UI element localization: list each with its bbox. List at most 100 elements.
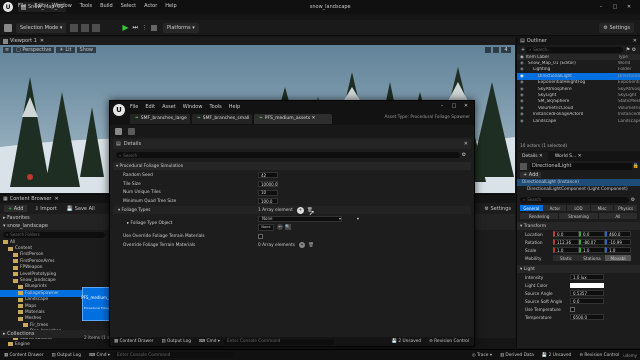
menu-build[interactable]: Build <box>100 3 113 9</box>
filter-rendering[interactable]: Rendering <box>520 213 559 219</box>
save-icon[interactable] <box>4 23 12 32</box>
mobility-static[interactable]: Static <box>553 255 579 261</box>
filter-actor[interactable]: Actor <box>543 205 567 211</box>
tab-world-settings[interactable]: World S... ✕ <box>549 152 587 161</box>
location-label[interactable]: Location <box>525 232 553 237</box>
light-color-label[interactable]: Light Color <box>525 283 570 288</box>
ae-output-log-button[interactable]: ▤ Output Log <box>162 339 191 344</box>
array-element-options-icon[interactable]: ▾ <box>357 217 359 222</box>
unsaved-button[interactable]: 💾 2 Unsaved <box>542 353 571 358</box>
settings-button[interactable]: ⚙ Settings <box>599 22 634 33</box>
tile-size-label[interactable]: Tile Size <box>113 182 258 187</box>
cmd-button[interactable]: ⌨ Cmd ▾ <box>89 353 110 358</box>
menu-select[interactable]: Select <box>121 3 136 9</box>
viewport-menu-icon[interactable]: ≡ <box>3 47 11 53</box>
source-angle-value[interactable]: 0.5357 <box>570 290 604 296</box>
menu-tools[interactable]: Tools <box>80 3 92 9</box>
intensity-value[interactable]: 1.0 lux <box>570 274 604 280</box>
filter-misc[interactable]: Misc <box>590 205 614 211</box>
add-element-icon[interactable]: + <box>296 206 304 214</box>
num-unique-tiles-label[interactable]: Num Unique Tiles <box>113 190 258 195</box>
light-color-swatch[interactable] <box>570 282 604 288</box>
blueprint-icon[interactable] <box>81 23 90 32</box>
foliage-types-label[interactable]: ▾ Foliage Types <box>113 208 258 213</box>
tab-pfs-medium-assets[interactable]: ❧ PFS_medium_assets ✕ <box>254 113 332 124</box>
use-temperature-checkbox[interactable] <box>570 306 575 312</box>
outliner-search-input[interactable]: ⌕ Search... <box>526 46 623 53</box>
mobility-stationary[interactable]: Stationa <box>579 255 605 261</box>
pfs-section-header[interactable]: ▾ Procedural Foliage Simulation <box>113 162 471 170</box>
num-unique-tiles-value[interactable]: 10 <box>258 189 278 196</box>
save-icon[interactable] <box>115 127 122 135</box>
folder-tree-item[interactable]: Engine <box>0 341 108 347</box>
content-browser-close-icon[interactable]: ✕ <box>54 196 58 202</box>
viewport-tab-label[interactable]: Viewport 1 <box>10 38 37 44</box>
platforms-button[interactable]: Platforms ▾ <box>162 22 199 33</box>
ae-minimize-icon[interactable]: – <box>436 103 448 109</box>
tab-smf-branches-small[interactable]: ❧ SMF_branches_small <box>192 113 252 124</box>
temperature-value[interactable]: 6500.0 <box>570 314 604 320</box>
ae-unsaved-button[interactable]: 💾 2 Unsaved <box>392 339 421 344</box>
filter-general[interactable]: General <box>520 205 543 211</box>
outliner-row[interactable]: ◉ InstancedFoliageActor0 InstancedF <box>517 112 640 118</box>
menu-file[interactable]: File <box>18 3 26 9</box>
outliner-row[interactable]: ◉ExponentialHeightFogExponential <box>517 80 640 86</box>
filter-physics[interactable]: Physics <box>614 205 637 211</box>
outliner-header-type[interactable]: Type <box>618 55 640 60</box>
cb-settings-button[interactable]: ⚙ Settings <box>484 206 511 212</box>
use-temperature-label[interactable]: Use Temperature <box>525 307 570 312</box>
outliner-header-label[interactable]: Item Label <box>526 55 618 60</box>
asset-tile[interactable]: PFS_medium_... Procedural Foliage Spawne… <box>81 287 113 321</box>
scale-z[interactable]: 1.0 <box>605 247 631 253</box>
add-actor-icon[interactable] <box>70 23 79 32</box>
component-light[interactable]: DirectionalLightComponent (Light Compone… <box>517 186 640 193</box>
filter-lod[interactable]: LOD <box>567 205 590 211</box>
intensity-label[interactable]: Intensity <box>525 275 570 280</box>
outliner-tab-label[interactable]: Outliner <box>527 38 547 44</box>
folder-search-input[interactable]: ⌕ Search Folders <box>3 231 105 238</box>
tab-details[interactable]: Details ✕ <box>517 152 548 161</box>
ae-maximize-icon[interactable]: □ <box>448 103 460 109</box>
ae-console-input[interactable]: Enter Console Command <box>223 338 334 345</box>
menu-window[interactable]: Window <box>52 3 72 9</box>
show-button[interactable]: Show <box>76 47 97 53</box>
scale-label[interactable]: Scale <box>525 248 553 253</box>
asset-details-settings-icon[interactable]: ⚙ <box>460 152 468 158</box>
outliner-row[interactable]: ◉ Landscape Landscape <box>517 118 640 124</box>
outliner-row[interactable]: ◉ SM_SkySphere StaticMesh <box>517 99 640 105</box>
perspective-button[interactable]: ▢ Perspective <box>13 47 55 53</box>
browse-icon[interactable] <box>128 127 135 135</box>
use-override-label[interactable]: Use Override Foliage Terrain Materials <box>113 234 258 239</box>
tile-size-value[interactable]: 10000.0 <box>258 181 278 188</box>
outliner-close-icon[interactable]: ✕ <box>633 38 637 44</box>
import-button[interactable]: ⇩ Import <box>31 205 59 212</box>
rotation-z[interactable]: -10.99 <box>605 239 631 245</box>
location-x[interactable]: 0.0 <box>553 231 579 237</box>
location-y[interactable]: 0.0 <box>579 231 605 237</box>
outliner-row[interactable]: ◉ VolumetricCloud Volumetric <box>517 105 640 111</box>
actor-name-field[interactable]: DirectionalLight <box>530 162 632 170</box>
asset-details-title[interactable]: Details <box>124 141 141 147</box>
lit-button[interactable]: ☀ Lit <box>56 47 75 53</box>
asset-details-search-input[interactable]: ⌕ Search <box>116 152 460 158</box>
save-all-button[interactable]: 💾 Save All <box>64 205 98 212</box>
random-seed-label[interactable]: Random Seed <box>113 173 258 178</box>
ae-menu-window[interactable]: Window <box>183 104 203 110</box>
content-browser-tab-label[interactable]: Content Browser <box>10 196 52 202</box>
lock-icon[interactable]: 🔒 <box>632 163 640 169</box>
ae-menu-file[interactable]: File <box>130 104 138 110</box>
output-log-button[interactable]: ▤ Output Log <box>52 353 81 358</box>
grid-snap-icon[interactable] <box>493 47 499 53</box>
transform-icon[interactable] <box>485 47 491 53</box>
outliner-row[interactable]: ◉ Lighting Folder <box>517 67 640 73</box>
filter-all[interactable]: All <box>598 213 637 219</box>
tab-smf-branches-large[interactable]: ❧ SMF_branches_large <box>130 113 190 124</box>
ae-close-icon[interactable]: ✕ <box>460 103 472 109</box>
selection-mode-button[interactable]: Selection Mode ▾ <box>16 22 67 33</box>
play-options-icon[interactable]: ⋮ <box>142 25 147 31</box>
scale-x[interactable]: 1.0 <box>553 247 579 253</box>
derived-data-button[interactable]: ▥ Derived Data <box>500 353 534 358</box>
outliner-settings-icon[interactable]: ⚙ <box>631 47 637 53</box>
outliner-row[interactable]: ◉SkyAtmosphereSkyAtmosph <box>517 86 640 92</box>
delete-icon[interactable]: 🗑 <box>308 242 314 248</box>
